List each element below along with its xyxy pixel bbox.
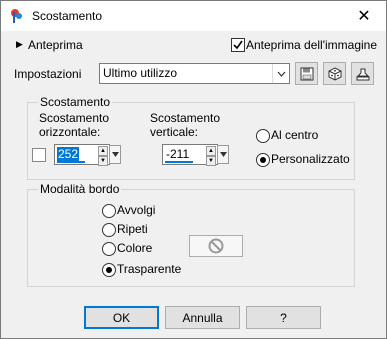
wrap-radio-label[interactable]: Avvolgi [117, 203, 155, 217]
repeat-radio-label[interactable]: Ripeti [117, 222, 148, 236]
vertical-offset-label-line1: Scostamento [150, 111, 221, 125]
increment-arrow-icon[interactable]: ▲ [98, 146, 108, 156]
preview-toggle-label[interactable]: Anteprima [28, 38, 83, 52]
vertical-offset-value: -211 [166, 147, 190, 161]
floppy-disk-icon [300, 67, 313, 80]
preview-expander-icon[interactable]: ▶ [16, 39, 23, 50]
horizontal-offset-value: 252 [57, 147, 80, 161]
increment-arrow-icon[interactable]: ▲ [206, 146, 216, 156]
close-button[interactable]: ✕ [342, 1, 386, 31]
vertical-offset-stepper[interactable]: ▲ ▼ [206, 146, 216, 166]
settings-selected-value: Ultimo utilizzo [103, 66, 178, 80]
help-button[interactable]: ? [246, 306, 321, 329]
decrement-arrow-icon[interactable]: ▼ [98, 156, 108, 166]
ok-button[interactable]: OK [84, 306, 159, 329]
ok-button-label: OK [112, 310, 131, 325]
vertical-offset-label-line2: verticale: [150, 125, 199, 139]
settings-label: Impostazioni [14, 67, 82, 81]
dialog-window: Scostamento ✕ ▶ Anteprima Anteprima dell… [0, 0, 387, 339]
chevron-down-icon [111, 152, 119, 157]
save-preset-button[interactable] [295, 62, 318, 85]
title-bar: Scostamento ✕ [1, 1, 386, 31]
reset-button[interactable] [323, 62, 346, 85]
close-icon: ✕ [357, 8, 371, 25]
repeat-radio[interactable] [102, 223, 116, 237]
settings-dropdown[interactable]: Ultimo utilizzo [99, 63, 290, 84]
offset-group-title: Scostamento [38, 95, 113, 109]
horizontal-offset-slider-indicator [57, 161, 85, 163]
vertical-offset-slider-indicator [165, 161, 193, 163]
horizontal-offset-input[interactable]: 252 ▲ ▼ [54, 144, 110, 166]
app-icon [11, 9, 22, 23]
dice-icon [328, 66, 341, 81]
transparent-radio-label[interactable]: Trasparente [117, 262, 181, 276]
horizontal-offset-stepper[interactable]: ▲ ▼ [98, 146, 108, 166]
image-preview-checkbox[interactable] [231, 38, 245, 52]
edge-color-swatch[interactable] [189, 235, 243, 257]
help-button-label: ? [280, 310, 287, 325]
decrement-arrow-icon[interactable]: ▼ [206, 156, 216, 166]
checkmark-icon [233, 40, 243, 50]
horizontal-offset-label-line1: Scostamento [39, 111, 110, 125]
horizontal-offset-label-line2: orizzontale: [39, 125, 101, 139]
vertical-offset-dropdown[interactable] [217, 145, 229, 164]
horizontal-offset-dropdown[interactable] [109, 145, 121, 164]
color-radio-label[interactable]: Colore [117, 241, 152, 255]
edge-mode-group-title: Modalità bordo [38, 182, 122, 196]
wrap-radio[interactable] [102, 204, 116, 218]
transparent-radio[interactable] [102, 263, 116, 277]
default-settings-button[interactable] [351, 62, 374, 85]
custom-radio[interactable] [256, 153, 270, 167]
link-offsets-checkbox[interactable] [32, 148, 46, 162]
cancel-button[interactable]: Annulla [165, 306, 240, 329]
window-title: Scostamento [32, 9, 103, 23]
stamp-icon [356, 68, 369, 80]
chevron-down-icon[interactable] [272, 64, 289, 83]
center-radio-label[interactable]: Al centro [271, 128, 318, 142]
color-radio[interactable] [102, 242, 116, 256]
chevron-down-icon [219, 152, 227, 157]
image-preview-label[interactable]: Anteprima dell'immagine [246, 38, 377, 52]
no-color-icon [208, 238, 224, 254]
cancel-button-label: Annulla [182, 310, 223, 325]
center-radio[interactable] [256, 129, 270, 143]
vertical-offset-input[interactable]: -211 ▲ ▼ [162, 144, 218, 166]
custom-radio-label[interactable]: Personalizzato [271, 152, 350, 166]
